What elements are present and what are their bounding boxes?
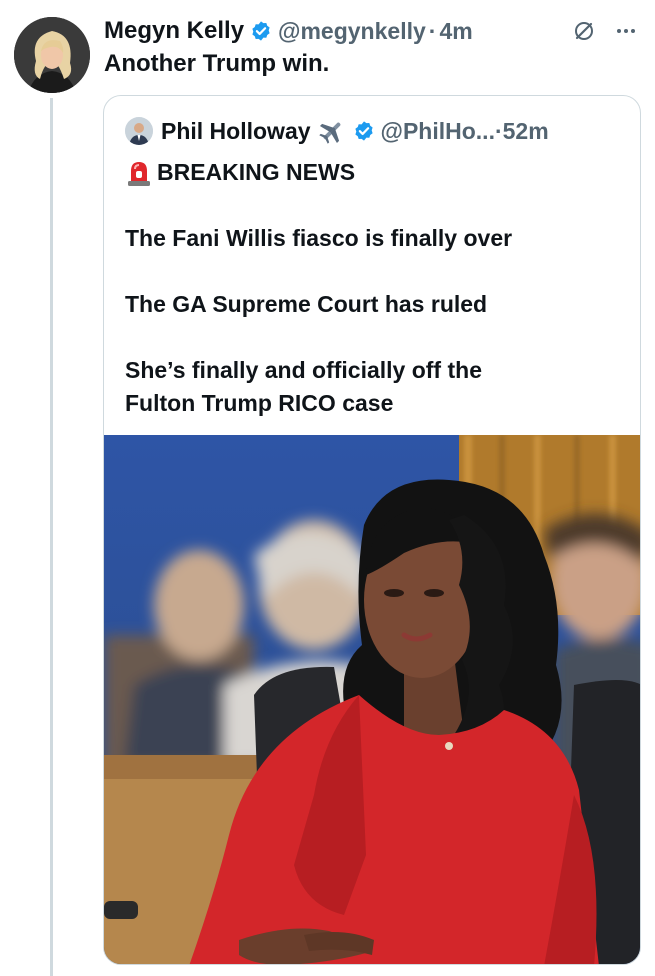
airplane-emoji — [317, 116, 347, 146]
grok-icon[interactable] — [569, 16, 599, 46]
quoted-tweet[interactable]: Phil Holloway @PhilHo... · 52m BREAKING … — [103, 95, 641, 965]
quoted-author-name[interactable]: Phil Holloway — [161, 118, 311, 145]
quoted-tweet-timestamp[interactable]: 52m — [503, 118, 549, 145]
tweet-text: Another Trump win. — [104, 50, 330, 77]
quoted-tweet-photo[interactable] — [104, 435, 640, 964]
author-name[interactable]: Megyn Kelly — [104, 17, 244, 45]
more-icon[interactable] — [611, 16, 641, 46]
quote-line-3: She’s finally and officially off the — [125, 357, 482, 383]
quoted-tweet-text: BREAKING NEWS The Fani Willis fiasco is … — [125, 156, 624, 420]
quote-line-4: Fulton Trump RICO case — [125, 390, 394, 416]
quoted-tweet-header: Phil Holloway @PhilHo... · 52m — [125, 114, 630, 148]
quoted-author-handle[interactable]: @PhilHo... — [381, 118, 495, 145]
header-separator: · — [428, 17, 437, 44]
quoted-verified-badge-icon — [353, 120, 375, 142]
author-avatar[interactable] — [14, 17, 90, 93]
tweet-timestamp[interactable]: 4m — [439, 18, 472, 45]
breaking-news-text: BREAKING NEWS — [157, 159, 356, 185]
quoted-author-avatar[interactable] — [125, 117, 153, 145]
thread-connector-line — [50, 98, 53, 976]
siren-emoji — [125, 159, 153, 187]
quote-line-1: The Fani Willis fiasco is finally over — [125, 225, 513, 251]
verified-badge-icon — [250, 20, 272, 42]
author-handle[interactable]: @megynkelly — [278, 18, 426, 45]
tweet-header: Megyn Kelly @megynkelly · 4m — [104, 14, 641, 48]
quote-line-2: The GA Supreme Court has ruled — [125, 291, 488, 317]
quoted-header-separator: · — [494, 117, 503, 144]
breaking-news-line: BREAKING NEWS — [125, 156, 624, 189]
